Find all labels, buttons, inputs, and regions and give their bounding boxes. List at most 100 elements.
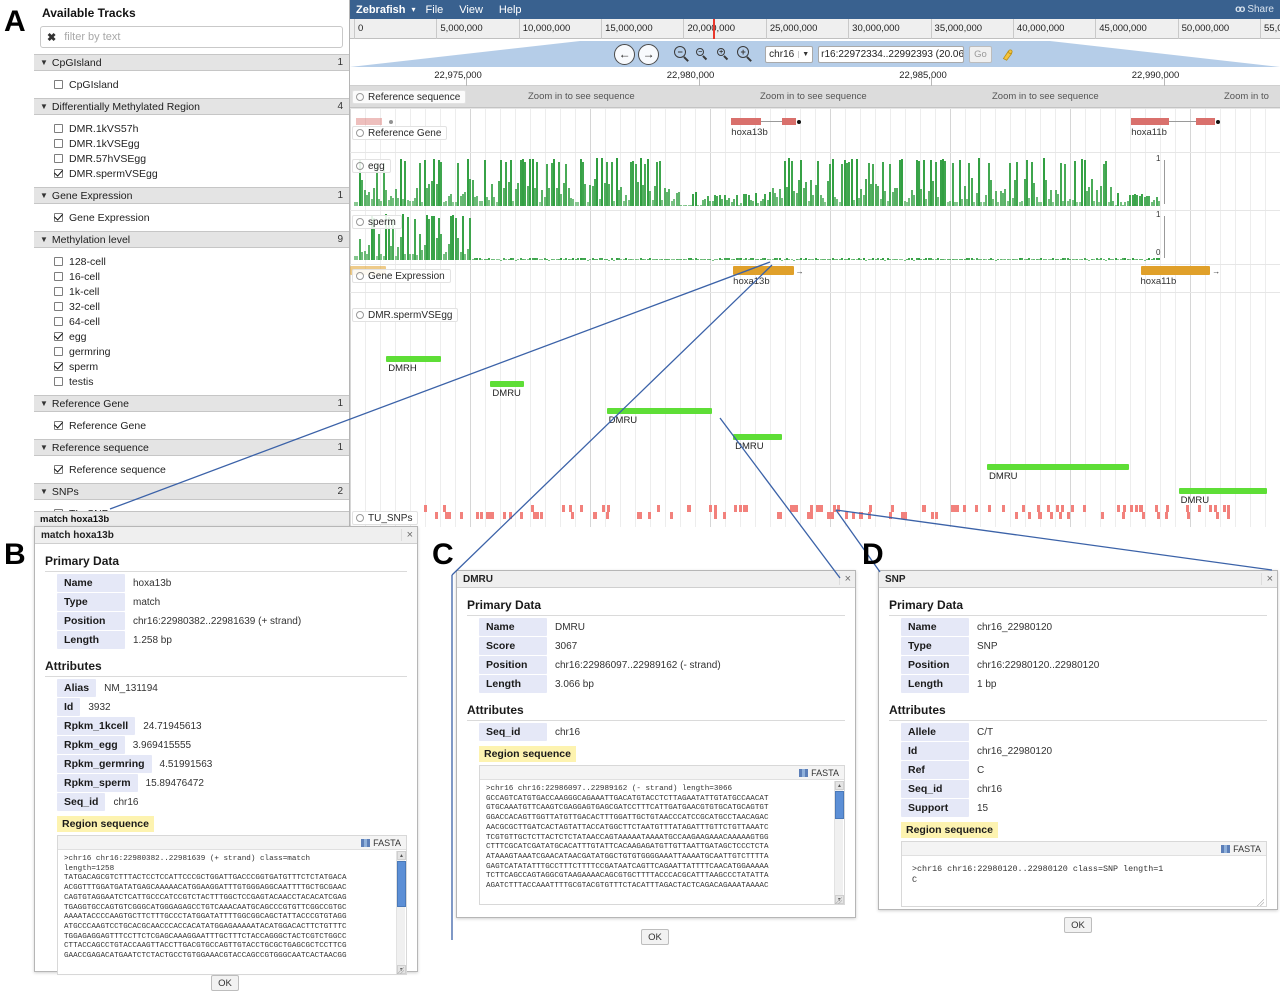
ok-button-b[interactable]: OK: [211, 975, 239, 991]
snp-marker[interactable]: [1002, 505, 1005, 512]
snp-marker[interactable]: [1123, 505, 1126, 512]
filter-input[interactable]: [62, 30, 336, 44]
snp-marker[interactable]: [1101, 512, 1104, 519]
snp-marker[interactable]: [1059, 512, 1062, 519]
sequence-scrollbar[interactable]: ▲ ▼: [396, 851, 405, 974]
track-category-header[interactable]: ▼CpGIsland1: [34, 54, 349, 71]
snp-marker[interactable]: [831, 512, 834, 519]
snp-marker[interactable]: [956, 505, 959, 512]
gene-feature[interactable]: [1131, 118, 1215, 125]
snp-marker[interactable]: [1022, 505, 1025, 512]
snp-marker[interactable]: [562, 505, 565, 512]
dmr-feature[interactable]: [490, 381, 523, 387]
track-checkbox[interactable]: [54, 362, 63, 371]
snp-marker[interactable]: [889, 512, 892, 519]
zoom-out-large-icon[interactable]: −: [673, 45, 691, 63]
snp-marker[interactable]: [1186, 505, 1189, 512]
track-item-gene-expression[interactable]: Gene Expression: [34, 210, 349, 225]
resize-grip[interactable]: [835, 897, 842, 904]
snp-marker[interactable]: [1139, 505, 1142, 512]
sequence-scrollbar[interactable]: ▲ ▼: [834, 781, 843, 904]
snp-marker[interactable]: [1047, 505, 1050, 512]
gear-icon[interactable]: [356, 129, 364, 137]
track-checkbox[interactable]: [54, 332, 63, 341]
snp-marker[interactable]: [904, 512, 907, 519]
snp-marker[interactable]: [607, 505, 610, 512]
snp-marker[interactable]: [1165, 512, 1168, 519]
bookmark-icon[interactable]: [999, 46, 1016, 63]
track-checkbox[interactable]: [54, 377, 63, 386]
fasta-label[interactable]: FASTA: [811, 768, 839, 778]
track-checkbox[interactable]: [54, 317, 63, 326]
track-label-dmr-spermvsegg[interactable]: DMR.spermVSEgg: [352, 308, 458, 322]
track-checkbox[interactable]: [54, 169, 63, 178]
track-item-16-cell[interactable]: 16-cell: [34, 269, 349, 284]
snp-marker[interactable]: [1135, 505, 1138, 512]
snp-marker[interactable]: [491, 512, 494, 519]
gear-icon[interactable]: [356, 311, 364, 319]
snp-marker[interactable]: [779, 512, 782, 519]
track-checkbox[interactable]: [54, 213, 63, 222]
gear-icon[interactable]: [356, 93, 364, 101]
ok-button-d[interactable]: OK: [1064, 917, 1092, 933]
track-label-reference-sequence[interactable]: Reference sequence: [352, 90, 466, 104]
dmr-feature[interactable]: [1179, 488, 1267, 494]
zoom-in-large-icon[interactable]: +: [736, 45, 754, 63]
track-label-tu-snps[interactable]: TU_SNPs: [352, 511, 418, 525]
gene-feature-partial[interactable]: [356, 118, 388, 125]
snp-marker[interactable]: [953, 505, 956, 512]
gear-icon[interactable]: [356, 162, 364, 170]
dmr-feature[interactable]: [607, 408, 712, 414]
snp-marker[interactable]: [810, 512, 813, 519]
snp-marker[interactable]: [520, 512, 523, 519]
snp-marker[interactable]: [1216, 512, 1219, 519]
pan-right-button[interactable]: →: [638, 44, 659, 65]
snp-marker[interactable]: [734, 505, 737, 512]
zoom-in-icon[interactable]: +: [715, 45, 733, 63]
close-icon[interactable]: ×: [839, 573, 851, 585]
track-checkbox[interactable]: [54, 287, 63, 296]
fasta-label[interactable]: FASTA: [1233, 844, 1261, 854]
resize-grip[interactable]: [1257, 899, 1264, 906]
snp-marker[interactable]: [540, 512, 543, 519]
snp-marker[interactable]: [476, 512, 479, 519]
snp-marker[interactable]: [723, 512, 726, 519]
snp-marker[interactable]: [810, 505, 813, 512]
menu-item-view[interactable]: View: [459, 4, 483, 16]
snp-marker[interactable]: [1071, 505, 1074, 512]
snp-marker[interactable]: [1209, 505, 1212, 512]
snp-marker[interactable]: [827, 512, 830, 519]
overview-ruler[interactable]: 05,000,00010,000,00015,000,00020,000,000…: [350, 19, 1280, 39]
snp-marker[interactable]: [1214, 505, 1217, 512]
snp-marker[interactable]: [745, 505, 748, 512]
snp-features[interactable]: [350, 504, 1280, 526]
gear-icon[interactable]: [356, 514, 364, 522]
snp-marker[interactable]: [988, 505, 991, 512]
expression-feature[interactable]: [1141, 266, 1211, 275]
snp-marker[interactable]: [1198, 505, 1201, 512]
track-category-header[interactable]: ▼Gene Expression1: [34, 187, 349, 204]
snp-marker[interactable]: [935, 512, 938, 519]
snp-marker[interactable]: [922, 505, 925, 512]
track-item-32-cell[interactable]: 32-cell: [34, 299, 349, 314]
gene-feature[interactable]: [731, 118, 796, 125]
dmr-feature[interactable]: [386, 356, 441, 362]
snp-marker[interactable]: [1187, 512, 1190, 519]
snp-marker[interactable]: [480, 512, 483, 519]
menu-item-file[interactable]: File: [426, 4, 444, 16]
feature-detail-dialog-hoxa13b[interactable]: match hoxa13b × Primary Data Namehoxa13b…: [34, 526, 418, 972]
snp-marker[interactable]: [445, 512, 448, 519]
snp-marker[interactable]: [688, 505, 691, 512]
snp-marker[interactable]: [569, 505, 572, 512]
track-item-germring[interactable]: germring: [34, 344, 349, 359]
scroll-up-icon[interactable]: ▲: [397, 851, 406, 860]
snp-marker[interactable]: [845, 512, 848, 519]
track-item-cpgisland[interactable]: CpGIsland: [34, 77, 349, 92]
snp-marker[interactable]: [975, 505, 978, 512]
track-item-egg[interactable]: egg: [34, 329, 349, 344]
snp-marker[interactable]: [1223, 505, 1226, 512]
feature-detail-dialog-dmru[interactable]: DMRU × Primary Data NameDMRUScore3067Pos…: [456, 570, 856, 918]
clear-filter-icon[interactable]: ✖: [47, 31, 56, 44]
track-category-header[interactable]: ▼SNPs2: [34, 483, 349, 500]
snp-marker[interactable]: [1117, 505, 1120, 512]
